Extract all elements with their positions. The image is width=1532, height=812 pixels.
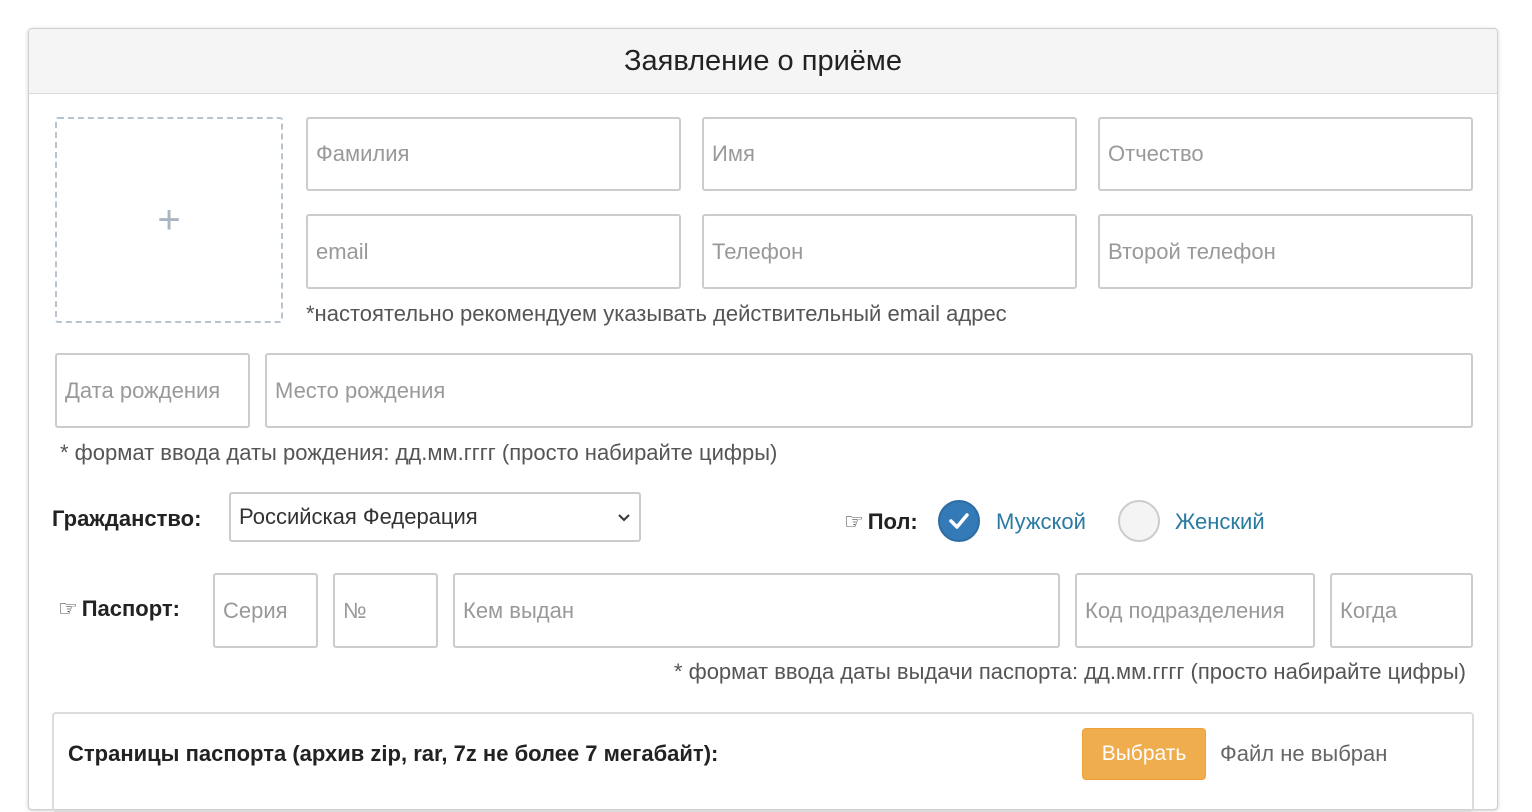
first-name-input[interactable] [702, 117, 1077, 191]
file-status: Файл не выбран [1220, 741, 1388, 766]
patronymic-input[interactable] [1098, 117, 1473, 191]
last-name-input[interactable] [306, 117, 681, 191]
phone-input[interactable] [702, 214, 1077, 289]
passport-date-input[interactable] [1330, 573, 1473, 648]
email-hint: *настоятельно рекомендуем указывать дейс… [306, 301, 1007, 326]
choose-file-button[interactable]: Выбрать [1082, 728, 1206, 780]
passport-scan-label: Страницы паспорта (архив zip, rar, 7z не… [68, 741, 719, 766]
citizenship-select[interactable]: Российская Федерация [229, 492, 641, 542]
photo-upload[interactable]: + [55, 117, 283, 323]
gender-female-label[interactable]: Женский [1175, 509, 1265, 535]
passport-label-wrap: ☞ Паспорт: [58, 596, 180, 622]
pointing-hand-icon: ☞ [58, 596, 78, 621]
gender-female-radio[interactable] [1118, 500, 1160, 542]
birth-date-hint: * формат ввода даты рождения: дд.мм.гггг… [60, 440, 778, 465]
panel-title: Заявление о приёме [29, 29, 1497, 94]
gender-label: Пол: [867, 509, 918, 534]
gender-label-wrap: ☞ Пол: [844, 509, 918, 535]
pointing-hand-icon: ☞ [844, 509, 864, 534]
citizenship-value: Российская Федерация [239, 504, 478, 529]
passport-division-code-input[interactable] [1075, 573, 1315, 648]
gender-male-label[interactable]: Мужской [996, 509, 1086, 535]
chevron-down-icon [617, 507, 631, 528]
passport-series-input[interactable] [213, 573, 318, 648]
birth-place-input[interactable] [265, 353, 1473, 428]
passport-issued-by-input[interactable] [453, 573, 1060, 648]
gender-male-radio[interactable] [938, 500, 980, 542]
second-phone-input[interactable] [1098, 214, 1473, 289]
plus-icon: + [157, 198, 181, 242]
check-icon [949, 513, 969, 529]
passport-date-hint: * формат ввода даты выдачи паспорта: дд.… [673, 659, 1466, 684]
email-input[interactable] [306, 214, 681, 289]
birth-date-input[interactable] [55, 353, 250, 428]
passport-label: Паспорт: [81, 596, 180, 621]
citizenship-label: Гражданство: [52, 506, 202, 531]
passport-number-input[interactable] [333, 573, 438, 648]
